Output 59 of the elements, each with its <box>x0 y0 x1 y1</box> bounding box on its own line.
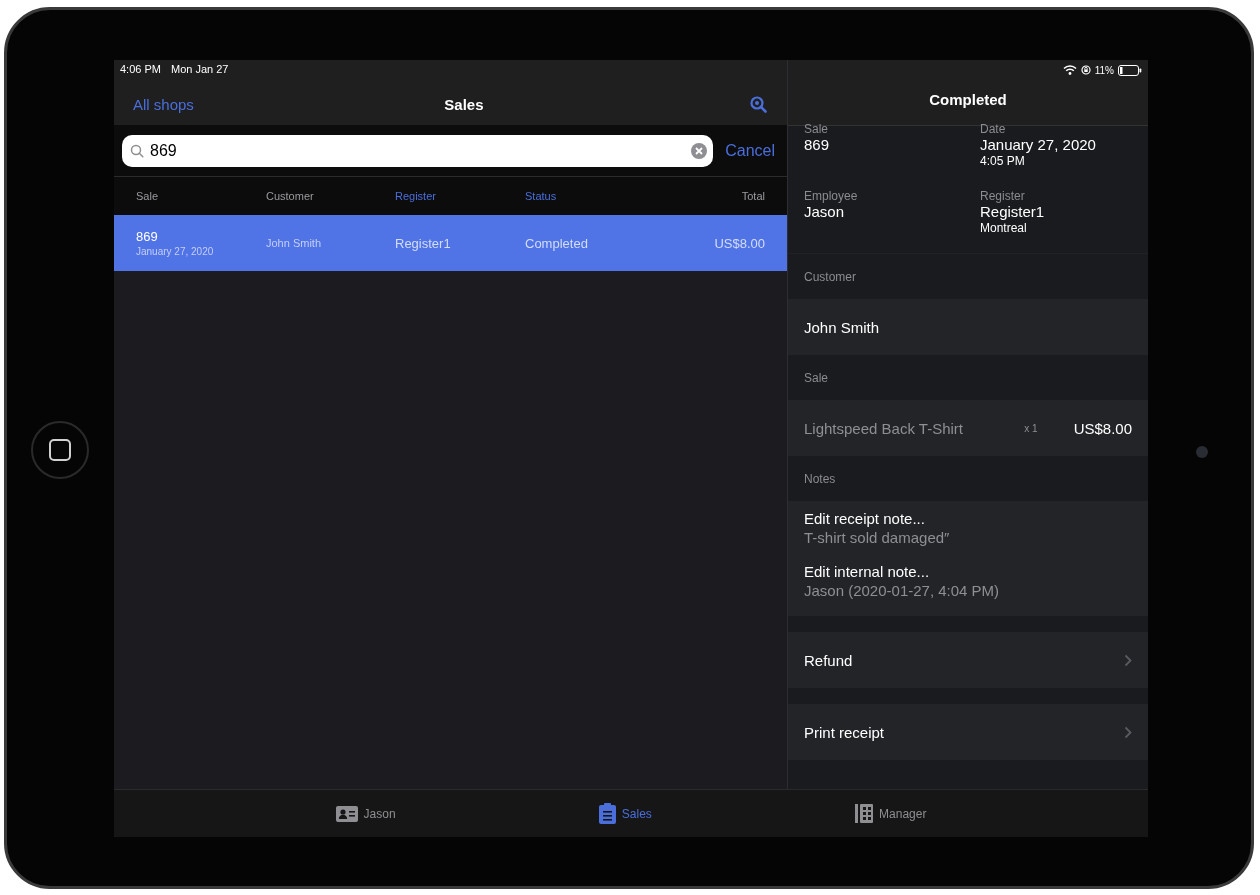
home-button[interactable] <box>31 421 89 479</box>
sale-row[interactable]: 869 January 27, 2020 John Smith Register1 Completed US$8.00 <box>114 215 787 271</box>
clipboard-icon <box>598 803 616 824</box>
action-row[interactable]: Print receipt <box>788 704 1148 760</box>
pane-title: Sales <box>444 95 484 113</box>
column-header[interactable]: Sale <box>136 190 266 202</box>
tab-bar-item[interactable]: Sales <box>594 801 656 826</box>
search-field[interactable]: 869 <box>122 134 714 167</box>
field-value: Jason <box>804 203 846 221</box>
field-value: Register1 <box>980 203 1046 221</box>
action-row[interactable]: Refund <box>788 632 1148 688</box>
search-icon[interactable] <box>750 95 767 113</box>
field-label: Register <box>980 190 1026 202</box>
contact-card-icon <box>335 805 358 822</box>
chevron-icon <box>1124 725 1132 739</box>
status-date: Mon Jan 27 <box>170 63 229 77</box>
cancel-button[interactable]: Cancel <box>721 141 779 160</box>
column-header[interactable]: Total <box>645 190 765 202</box>
field-label: Sale <box>804 123 830 135</box>
field-value: January 27, 2020 <box>980 135 1097 154</box>
tab-bar-item[interactable]: Jason <box>331 803 400 824</box>
battery-percent: 11% <box>1094 64 1114 76</box>
camera-dot <box>1196 446 1208 458</box>
field-value: 869 <box>804 135 831 154</box>
item-price: US$8.00 <box>1073 419 1132 437</box>
section-heading: Customer <box>803 268 857 286</box>
wifi-icon <box>1062 65 1077 75</box>
column-header[interactable]: Status <box>525 190 645 202</box>
detail-title: Completed <box>928 91 1008 108</box>
field-subvalue: 4:05 PM <box>980 154 1026 168</box>
field-label: Date <box>980 123 1007 135</box>
rotation-lock-icon <box>1080 65 1091 75</box>
item-quantity: x 1 <box>1024 422 1038 434</box>
status-time: 4:06 PM <box>120 63 161 77</box>
column-header[interactable]: Register <box>395 190 525 202</box>
sale-date: January 27, 2020 <box>136 246 215 257</box>
building-icon <box>855 804 874 823</box>
note-edit-link[interactable]: Edit receipt note... <box>804 509 1132 528</box>
customer-row[interactable]: John Smith <box>788 299 1148 355</box>
battery-icon <box>1118 64 1142 76</box>
note-text: Jason (2020-01-27, 4:04 PM) <box>804 581 1001 601</box>
field-subvalue: Montreal <box>980 221 1028 235</box>
field-label: Employee <box>804 190 859 202</box>
all-shops-link[interactable]: All shops <box>133 95 194 113</box>
status-cell-text: Completed <box>525 235 589 251</box>
chevron-icon <box>1124 653 1132 667</box>
search-icon <box>130 143 144 158</box>
clear-icon[interactable] <box>691 142 708 159</box>
column-header[interactable]: Customer <box>266 190 395 202</box>
tab-bar-item[interactable]: Manager <box>851 802 931 825</box>
total-cell-text: US$8.00 <box>713 235 765 251</box>
section-heading: Sale <box>803 369 830 387</box>
note-text: T-shirt sold damaged″ <box>804 528 951 548</box>
sale-number: 869 <box>136 229 159 244</box>
register-cell-text: Register1 <box>395 235 452 251</box>
customer-cell-text: John Smith <box>266 237 323 249</box>
item-name: Lightspeed Back T-Shirt <box>804 419 964 437</box>
section-heading: Notes <box>803 470 837 488</box>
note-edit-link[interactable]: Edit internal note... <box>804 562 1132 581</box>
